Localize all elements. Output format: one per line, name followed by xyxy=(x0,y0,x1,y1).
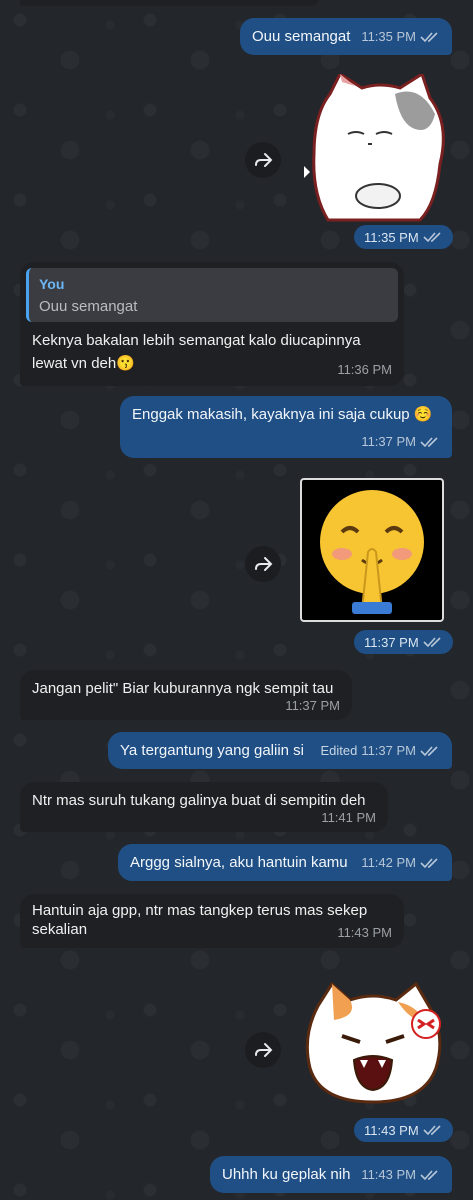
forward-arrow-icon xyxy=(255,557,273,571)
message-outgoing[interactable]: Enggak makasih, kayaknya ini saja cukup … xyxy=(120,396,452,458)
message-meta: Edited 11:37 PM xyxy=(320,740,440,761)
message-time: 11:37 PM xyxy=(364,634,419,650)
message-text: Arggg sialnya, aku hantuin kamu xyxy=(130,854,348,871)
reply-preview[interactable]: You Ouu semangat xyxy=(26,268,398,322)
message-time: 11:37 PM xyxy=(285,698,340,713)
message-meta: 11:37 PM xyxy=(285,695,340,716)
forward-button[interactable] xyxy=(245,546,281,582)
message-meta: 11:36 PM xyxy=(337,359,392,380)
message-meta: 11:35 PM xyxy=(361,26,440,47)
message-incoming[interactable]: Hantuin aja gpp, ntr mas tangkep terus m… xyxy=(20,894,404,948)
double-check-icon xyxy=(420,1169,438,1180)
reply-quote: Ouu semangat xyxy=(39,298,138,315)
message-incoming[interactable]: Jangan pelit" Biar kuburannya ngk sempit… xyxy=(20,670,352,720)
cat-sticker[interactable] xyxy=(300,74,452,222)
message-text: Ya tergantung yang galiin si xyxy=(120,742,305,759)
edited-label: Edited xyxy=(320,743,358,758)
message-time: 11:43 PM xyxy=(364,1122,419,1138)
forward-arrow-icon xyxy=(255,1043,273,1057)
message-text-line1: Keknya bakalan lebih semangat kalo diuca… xyxy=(32,332,361,349)
message-time: 11:36 PM xyxy=(337,362,392,377)
message-time: 11:35 PM xyxy=(364,229,419,245)
double-check-icon xyxy=(420,857,438,868)
emoji-image[interactable] xyxy=(300,478,444,622)
image-time-badge: 11:37 PM xyxy=(354,630,453,654)
message-text-line2: lewat vn deh😗 xyxy=(32,355,135,372)
message-time: 11:37 PM xyxy=(361,743,416,758)
message-text: Uhhh ku geplak nih xyxy=(222,1166,351,1183)
double-check-icon xyxy=(423,1125,441,1136)
message-incoming-reply[interactable]: You Ouu semangat Keknya bakalan lebih se… xyxy=(20,262,404,386)
sticker-time-badge: 11:43 PM xyxy=(354,1118,453,1142)
message-incoming[interactable]: Ntr mas suruh tukang galinya buat di sem… xyxy=(20,782,388,832)
message-meta: 11:37 PM xyxy=(361,431,440,452)
message-meta: 11:43 PM xyxy=(337,922,392,943)
message-time: 11:42 PM xyxy=(361,855,416,870)
anger-mark-icon xyxy=(411,1009,441,1039)
message-time: 11:41 PM xyxy=(321,810,376,825)
double-check-icon xyxy=(423,232,441,243)
double-check-icon xyxy=(420,31,438,42)
angry-cat-sticker[interactable] xyxy=(298,976,448,1106)
message-meta: 11:41 PM xyxy=(321,807,376,828)
message-outgoing[interactable]: Arggg sialnya, aku hantuin kamu 11:42 PM xyxy=(118,844,452,881)
message-time: 11:35 PM xyxy=(361,29,416,44)
partial-message-top xyxy=(20,0,320,6)
message-text-line1: Hantuin aja gpp, ntr mas tangkep terus m… xyxy=(32,902,368,919)
message-text: Ntr mas suruh tukang galinya buat di sem… xyxy=(32,792,366,809)
message-time: 11:37 PM xyxy=(361,434,416,449)
forward-button[interactable] xyxy=(245,1032,281,1068)
message-meta: 11:43 PM xyxy=(361,1164,440,1185)
message-time: 11:43 PM xyxy=(337,925,392,940)
message-time: 11:43 PM xyxy=(361,1167,416,1182)
message-text-line2: sekalian xyxy=(32,921,88,938)
sticker-time-badge: 11:35 PM xyxy=(354,225,453,249)
message-outgoing[interactable]: Ouu semangat 11:35 PM xyxy=(240,18,452,55)
message-outgoing[interactable]: Ya tergantung yang galiin si Edited 11:3… xyxy=(108,732,452,769)
double-check-icon xyxy=(420,436,438,447)
reply-author: You xyxy=(39,276,65,292)
message-text: Enggak makasih, kayaknya ini saja cukup … xyxy=(132,406,433,423)
double-check-icon xyxy=(420,745,438,756)
double-check-icon xyxy=(423,637,441,648)
message-outgoing[interactable]: Uhhh ku geplak nih 11:43 PM xyxy=(210,1156,452,1193)
message-text: Ouu semangat xyxy=(252,28,351,45)
forward-arrow-icon xyxy=(255,153,273,167)
message-meta: 11:42 PM xyxy=(361,852,440,873)
smiling-face-icon xyxy=(320,490,424,614)
forward-button[interactable] xyxy=(245,142,281,178)
